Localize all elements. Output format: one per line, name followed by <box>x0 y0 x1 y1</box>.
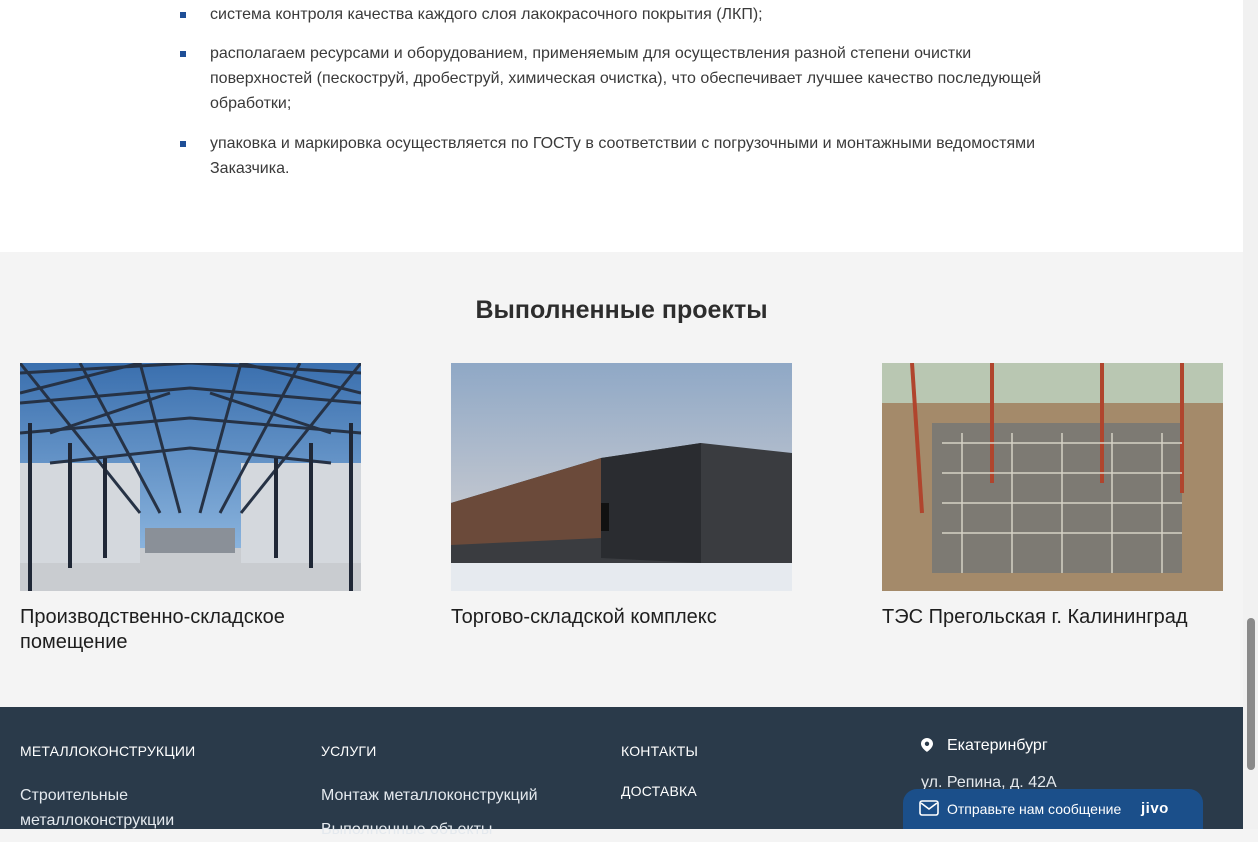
project-card[interactable]: ТЭС Прегольская г. Калининград <box>882 363 1223 630</box>
footer-link[interactable]: Монтаж металлоконструкций <box>321 783 538 808</box>
bullet-marker-icon <box>180 51 186 57</box>
project-caption[interactable]: Производственно-складское помещение <box>20 605 361 655</box>
footer-link-contacts[interactable]: КОНТАКТЫ <box>621 743 698 759</box>
building-photo <box>451 363 792 591</box>
projects-title: Выполненные проекты <box>475 296 768 324</box>
steel-frame-photo <box>20 363 361 591</box>
page-scrollbar[interactable] <box>1243 0 1258 829</box>
project-card[interactable]: Торгово-складской комплекс <box>451 363 792 630</box>
footer-city: Екатеринбург <box>947 737 1048 754</box>
list-item: упаковка и маркировка осуществляется по … <box>180 131 1060 181</box>
footer-link[interactable]: Выполненные объекты <box>321 817 492 842</box>
project-caption[interactable]: ТЭС Прегольская г. Калининград <box>882 605 1223 630</box>
footer-heading-services[interactable]: УСЛУГИ <box>321 743 376 759</box>
chat-label: Отправьте нам сообщение <box>947 801 1122 817</box>
list-item: располагаем ресурсами и оборудованием, п… <box>180 41 1060 116</box>
project-image-power-plant[interactable] <box>882 363 1223 591</box>
construction-site-photo <box>882 363 1223 591</box>
project-card[interactable]: Производственно-складское помещение <box>20 363 361 655</box>
project-caption[interactable]: Торгово-складской комплекс <box>451 605 792 630</box>
chat-widget-button[interactable]: Отправьте нам сообщение jivo <box>903 789 1203 829</box>
scrollbar-thumb[interactable] <box>1247 618 1255 770</box>
chat-brand-logo: jivo <box>1141 800 1169 817</box>
project-image-trade-complex[interactable] <box>451 363 792 591</box>
envelope-icon <box>919 800 939 821</box>
location-pin-icon <box>921 738 933 757</box>
footer-heading-metal[interactable]: МЕТАЛЛОКОНСТРУКЦИИ <box>20 743 195 759</box>
features-section: система контроля качества каждого слоя л… <box>0 0 1243 252</box>
footer-link-delivery[interactable]: ДОСТАВКА <box>621 783 697 799</box>
bullet-marker-icon <box>180 141 186 147</box>
project-image-warehouse-frame[interactable] <box>20 363 361 591</box>
footer-link[interactable]: Строительные металлоконструкции <box>20 783 220 833</box>
bullet-marker-icon <box>180 12 186 18</box>
list-item: система контроля качества каждого слоя л… <box>180 2 763 27</box>
